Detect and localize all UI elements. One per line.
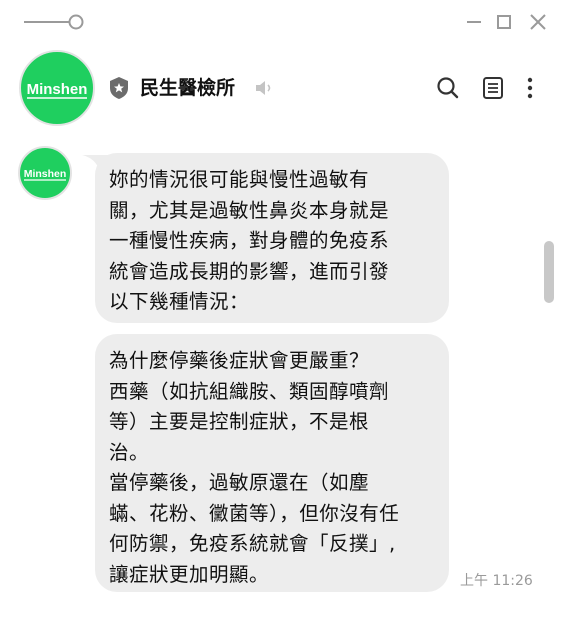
shield-icon xyxy=(110,77,128,99)
more-vertical-icon[interactable] xyxy=(516,74,544,102)
message-bubble[interactable]: 為什麼停藥後症狀會更嚴重？ 西藥（如抗組織胺、類固醇噴劑 等）主要是控制症狀，不… xyxy=(95,334,449,592)
message-bubble[interactable]: 妳的情況很可能與慢性過敏有 關，尤其是過敏性鼻炎本身就是 一種慢性疾病，對身體的… xyxy=(95,153,449,323)
mute-icon xyxy=(256,81,271,95)
scrollbar-thumb[interactable] xyxy=(544,241,554,303)
message-text: 為什麼停藥後症狀會更嚴重？ 西藥（如抗組織胺、類固醇噴劑 等）主要是控制症狀，不… xyxy=(109,349,400,586)
chat-avatar-label: Minshen xyxy=(27,81,88,98)
sender-avatar-label: Minshen xyxy=(24,168,67,180)
message-timestamp: 上午 11:26 xyxy=(460,573,533,589)
sender-avatar[interactable]: Minshen xyxy=(17,145,73,201)
chat-avatar[interactable]: Minshen xyxy=(17,48,97,128)
chat-title: 民生醫檢所 xyxy=(140,77,236,99)
pin-icon[interactable] xyxy=(23,13,85,31)
minimize-icon[interactable] xyxy=(463,11,485,33)
maximize-icon[interactable] xyxy=(493,11,515,33)
notes-icon[interactable] xyxy=(479,74,507,102)
message-text: 妳的情況很可能與慢性過敏有 關，尤其是過敏性鼻炎本身就是 一種慢性疾病，對身體的… xyxy=(109,168,390,313)
close-icon[interactable] xyxy=(527,11,549,33)
search-icon[interactable] xyxy=(434,74,462,102)
